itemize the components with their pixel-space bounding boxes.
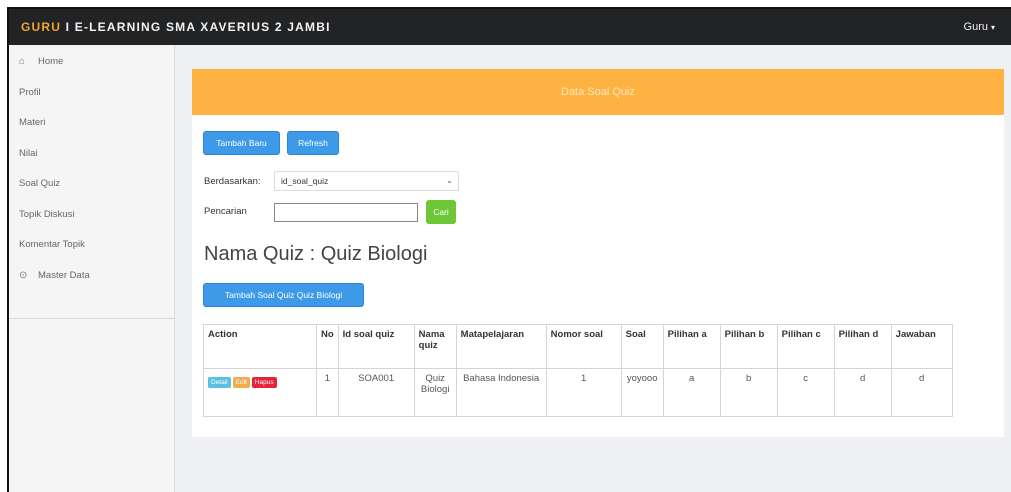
search-input[interactable] [274, 203, 418, 222]
user-label: Guru [963, 21, 988, 33]
questions-table: Action No Id soal quiz Nama quiz Matapel… [203, 324, 953, 417]
cell-jawaban: d [890, 368, 953, 417]
user-menu[interactable]: Guru ▾ [964, 21, 995, 33]
cell-pilihan-b: b [719, 368, 778, 417]
sidebar-item-label: Topik Diskusi [19, 208, 75, 220]
chevron-down-icon: ⌄ [446, 176, 453, 185]
sidebar-item-label: Profil [19, 86, 41, 98]
table-row: Detail Edit Hapus 1 SOA001 Quiz Biologi … [203, 368, 953, 417]
sidebar-item-label: Materi [19, 117, 46, 128]
add-new-button[interactable]: Tambah Baru [203, 131, 280, 155]
edit-button[interactable]: Edit [232, 377, 250, 388]
panel-title: Data Soal Quiz [192, 69, 1004, 115]
caret-down-icon: ▾ [990, 22, 995, 32]
column-header: Pilihan b [719, 324, 778, 369]
sidebar-item-profil[interactable]: Profil [9, 82, 174, 113]
column-header: Pilihan a [662, 324, 721, 369]
cell-nomor-soal: 1 [545, 368, 622, 417]
app-brand[interactable]: GURU I E-LEARNING SMA XAVERIUS 2 JAMBI [21, 20, 331, 34]
sidebar-item-komentar-topik[interactable]: Komentar Topik [9, 234, 174, 265]
column-header: Id soal quiz [337, 324, 415, 369]
filter-label: Berdasarkan: [204, 176, 261, 187]
column-header: Action [203, 324, 317, 369]
detail-button[interactable]: Detail [208, 377, 231, 388]
cell-soal: yoyooo [620, 368, 664, 417]
sidebar-item-nilai[interactable]: Nilai [9, 143, 174, 174]
cell-no: 1 [316, 368, 339, 417]
sidebar-item-materi[interactable]: Materi [9, 112, 174, 143]
column-header: Nama quiz [413, 324, 457, 369]
top-navbar: GURU I E-LEARNING SMA XAVERIUS 2 JAMBI G… [9, 9, 1011, 45]
sidebar-item-master-data[interactable]: ⊙ Master Data [9, 265, 174, 296]
sidebar-item-topik-diskusi[interactable]: Topik Diskusi [9, 204, 174, 235]
cell-nama-quiz: Quiz Biologi [413, 368, 457, 417]
column-header: Soal [620, 324, 664, 369]
quiz-title: Nama Quiz : Quiz Biologi [204, 243, 428, 265]
sidebar-item-label: Nilai [19, 147, 38, 159]
cell-id: SOA001 [337, 368, 415, 417]
sidebar-item-soal-quiz[interactable]: Soal Quiz [9, 173, 174, 204]
add-question-button[interactable]: Tambah Soal Quiz Quiz Biologi [203, 283, 364, 307]
column-header: No [316, 324, 339, 369]
sidebar-item-label: Home [38, 56, 64, 67]
sidebar-item-label: Master Data [38, 269, 90, 281]
filter-select[interactable]: id_soal_quiz ⌄ [274, 171, 459, 191]
delete-button[interactable]: Hapus [251, 377, 277, 388]
brand-title: I E-LEARNING SMA XAVERIUS 2 JAMBI [61, 20, 331, 34]
table-header-row: Action No Id soal quiz Nama quiz Matapel… [203, 324, 953, 369]
column-header: Pilihan c [776, 324, 835, 369]
sidebar-item-home[interactable]: ⌂ Home [9, 51, 174, 82]
sidebar: ⌂ Home Profil Materi Nilai Soal Quiz Topi… [9, 45, 175, 492]
cell-pilihan-a: a [662, 368, 721, 417]
brand-accent: GURU [21, 20, 62, 34]
content-panel: Data Soal Quiz Tambah Baru Refresh Berda… [192, 69, 1004, 437]
chevron-circle-icon: ⊙ [19, 269, 28, 281]
search-label: Pencarian [204, 206, 247, 217]
cell-pilihan-c: c [776, 368, 835, 417]
app-window: GURU I E-LEARNING SMA XAVERIUS 2 JAMBI G… [7, 7, 1011, 492]
cell-matapelajaran: Bahasa Indonesia [455, 368, 547, 417]
refresh-button[interactable]: Refresh [287, 131, 339, 155]
sidebar-item-label: Komentar Topik [19, 239, 85, 250]
search-button[interactable]: Cari [426, 200, 456, 224]
column-header: Nomor soal [545, 324, 622, 369]
action-cell: Detail Edit Hapus [203, 368, 317, 417]
home-icon: ⌂ [19, 56, 26, 67]
column-header: Jawaban [890, 324, 953, 369]
sidebar-divider [9, 318, 175, 319]
column-header: Matapelajaran [455, 324, 547, 369]
filter-select-value: id_soal_quiz [281, 176, 329, 186]
cell-pilihan-d: d [833, 368, 892, 417]
sidebar-item-label: Soal Quiz [19, 178, 61, 189]
column-header: Pilihan d [833, 324, 892, 369]
